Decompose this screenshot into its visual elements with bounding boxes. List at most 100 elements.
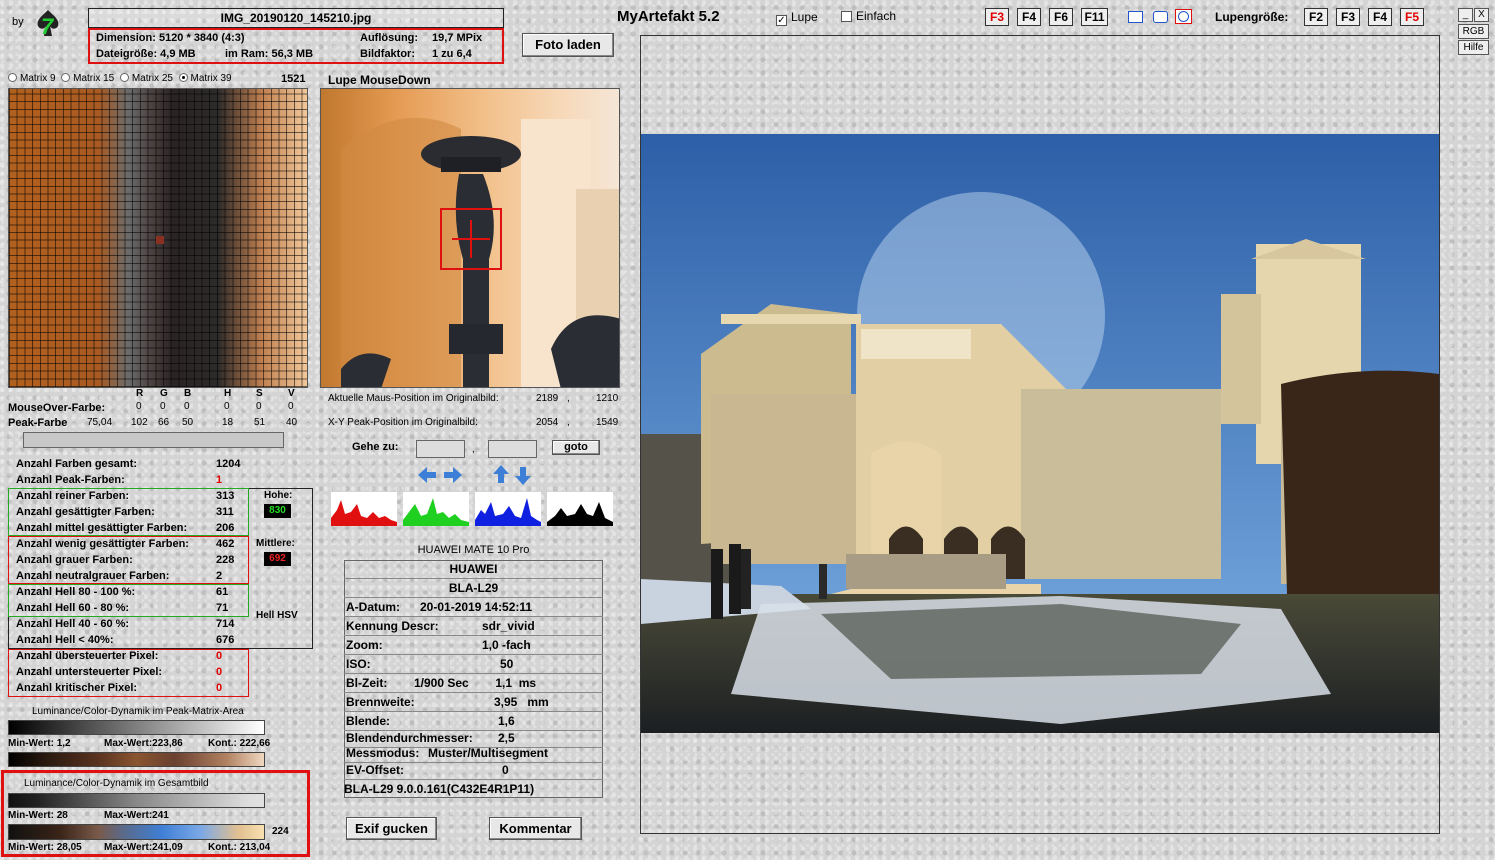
checkmark-icon: ✓ (776, 15, 787, 26)
wenig-label: Anzahl wenig gesättigter Farben: (16, 538, 189, 550)
fkey-f4-left[interactable]: F4 (1017, 8, 1041, 26)
bildfaktor-label: Bildfaktor: (360, 48, 415, 60)
dynamics-total-max: Max-Wert:241 (104, 810, 169, 821)
fkey-f11-left[interactable]: F11 (1081, 8, 1108, 26)
rgb-button[interactable]: RGB (1458, 24, 1489, 39)
lupe-checkbox[interactable]: ✓ Lupe (776, 10, 818, 26)
gesaettigter-label: Anzahl gesättigter Farben: (16, 506, 155, 518)
hell-lt40-value: 676 (216, 634, 235, 646)
arrow-down-icon[interactable] (515, 467, 531, 488)
kritisch-label: Anzahl kritischer Pixel: (16, 682, 138, 694)
hohe-label: Hohe: (264, 490, 293, 501)
peak-position-label: X-Y Peak-Position im Originalbild: (328, 417, 478, 428)
einfach-checkbox[interactable]: Einfach (841, 9, 896, 23)
mouseover-s: 0 (256, 401, 262, 412)
dynamics-total-kont2: Kont.: 213,04 (208, 842, 271, 853)
kommentar-button[interactable]: Kommentar (489, 817, 582, 840)
grauer-label: Anzahl grauer Farben: (16, 554, 133, 566)
fkey-f3-left[interactable]: F3 (985, 8, 1009, 26)
empty-checkbox-icon (841, 11, 852, 22)
goto-button[interactable]: goto (552, 440, 600, 455)
peak-s: 51 (254, 417, 266, 428)
aufloesung-label: Auflösung: (360, 32, 419, 44)
matrix-39-radio[interactable]: Matrix 39 (178, 73, 232, 84)
dynamics-peak-max: Max-Wert:223,86 (104, 738, 183, 749)
peak-color-swatch (23, 432, 284, 448)
crosshair-horizontal (452, 238, 490, 240)
foto-laden-button[interactable]: Foto laden (522, 33, 614, 57)
exif-row-brennweite: Brennweite: 3,95 mm (344, 693, 603, 712)
fkey-f6-left[interactable]: F6 (1049, 8, 1073, 26)
col-header-h: H (224, 388, 232, 399)
aktuelle-position-label: Aktuelle Maus-Position im Originalbild: (328, 393, 499, 404)
mittel-label: Anzahl mittel gesättigter Farben: (16, 522, 188, 534)
farben-gesamt-value: 1204 (216, 458, 241, 470)
matrix-count: 1521 (281, 73, 306, 85)
histogram-luminance (547, 492, 613, 526)
histogram-green (403, 492, 469, 526)
reiner-label: Anzahl reiner Farben: (16, 490, 130, 502)
dynamics-peak-title: Luminance/Color-Dynamik im Peak-Matrix-A… (32, 706, 244, 717)
aktuelle-position-sep: , (567, 393, 570, 404)
farben-gesamt-label: Anzahl Farben gesamt: (16, 458, 138, 470)
dynamics-peak-min: Min-Wert: 1,2 (8, 738, 71, 749)
col-header-s: S (256, 388, 263, 399)
matrix-15-radio[interactable]: Matrix 15 (61, 73, 114, 84)
lupe-label: Lupe (791, 10, 818, 24)
main-photo[interactable] (641, 134, 1439, 733)
pixel-matrix[interactable] (8, 88, 308, 388)
fkey-f3-right[interactable]: F3 (1336, 8, 1360, 26)
hell80-label: Anzahl Hell 80 - 100 %: (16, 586, 136, 598)
filename: IMG_20190120_145210.jpg (220, 11, 372, 25)
mouseover-g: 0 (160, 401, 166, 412)
hell-hsv-label: Hell HSV (256, 610, 298, 621)
lupengroesse-label: Lupengröße: (1215, 10, 1289, 24)
goto-x-input[interactable] (416, 440, 465, 458)
arrow-right-icon[interactable] (444, 467, 462, 486)
einfach-label: Einfach (856, 9, 897, 23)
hell60-value: 71 (216, 602, 229, 614)
circle-shape-toggle[interactable] (1175, 9, 1192, 24)
photo-scene-svg (641, 134, 1439, 733)
mouseover-h: 0 (224, 401, 230, 412)
dynamics-total-side-value: 224 (272, 826, 289, 837)
goto-y-input[interactable] (488, 440, 537, 458)
mouseover-label: MouseOver-Farbe: (8, 402, 106, 414)
neutral-label: Anzahl neutralgrauer Farben: (16, 570, 170, 582)
arrow-left-icon[interactable] (418, 467, 436, 486)
dynamics-total-gradient (8, 793, 265, 808)
dynamics-peak-kont: Kont.: 222,66 (208, 738, 271, 749)
filename-box: IMG_20190120_145210.jpg (88, 8, 504, 28)
peak-farbe-extra: 75,04 (87, 417, 113, 428)
im-ram-text: im Ram: 56,3 MB (225, 48, 314, 60)
lupe-crosshair-box (440, 208, 502, 270)
mouseover-b: 0 (184, 401, 190, 412)
mittlere-label: Mittlere: (256, 538, 295, 549)
fkey-f2-right[interactable]: F2 (1304, 8, 1328, 26)
ueber-value: 0 (216, 650, 223, 662)
rounded-shape-icon[interactable] (1153, 11, 1168, 23)
minimize-button[interactable]: _ (1458, 8, 1473, 22)
app-title: MyArtefakt 5.2 (617, 8, 720, 25)
fkey-f4-right[interactable]: F4 (1368, 8, 1392, 26)
hilfe-button[interactable]: Hilfe (1458, 40, 1489, 55)
rect-shape-icon[interactable] (1128, 11, 1143, 23)
arrow-up-icon[interactable] (493, 465, 509, 486)
peak-r: 102 (131, 417, 148, 428)
exif-row-blzeit: Bl-Zeit: 1/900 Sec 1,1 ms (344, 674, 603, 693)
matrix-radio-group: Matrix 9 Matrix 15 Matrix 25 Matrix 39 (8, 73, 232, 84)
exif-gucken-button[interactable]: Exif gucken (346, 817, 437, 840)
matrix-9-radio[interactable]: Matrix 9 (8, 73, 56, 84)
peak-farben-label: Anzahl Peak-Farben: (16, 474, 125, 486)
peak-position-x: 2054 (536, 417, 559, 428)
lupe-view[interactable] (320, 88, 620, 388)
dynamics-total-min2: Min-Wert: 28,05 (8, 842, 82, 853)
exif-row-kennung: Kennung Descr: sdr_vivid (344, 617, 603, 636)
matrix-25-radio[interactable]: Matrix 25 (119, 73, 173, 84)
col-header-g: G (160, 388, 168, 399)
lupe-title: Lupe MouseDown (328, 73, 431, 87)
close-button[interactable]: X (1474, 8, 1489, 22)
fkey-f5-right[interactable]: F5 (1400, 8, 1424, 26)
app-logo: 7 (32, 8, 64, 40)
dimension-text: Dimension: 5120 * 3840 (4:3) (96, 32, 245, 44)
